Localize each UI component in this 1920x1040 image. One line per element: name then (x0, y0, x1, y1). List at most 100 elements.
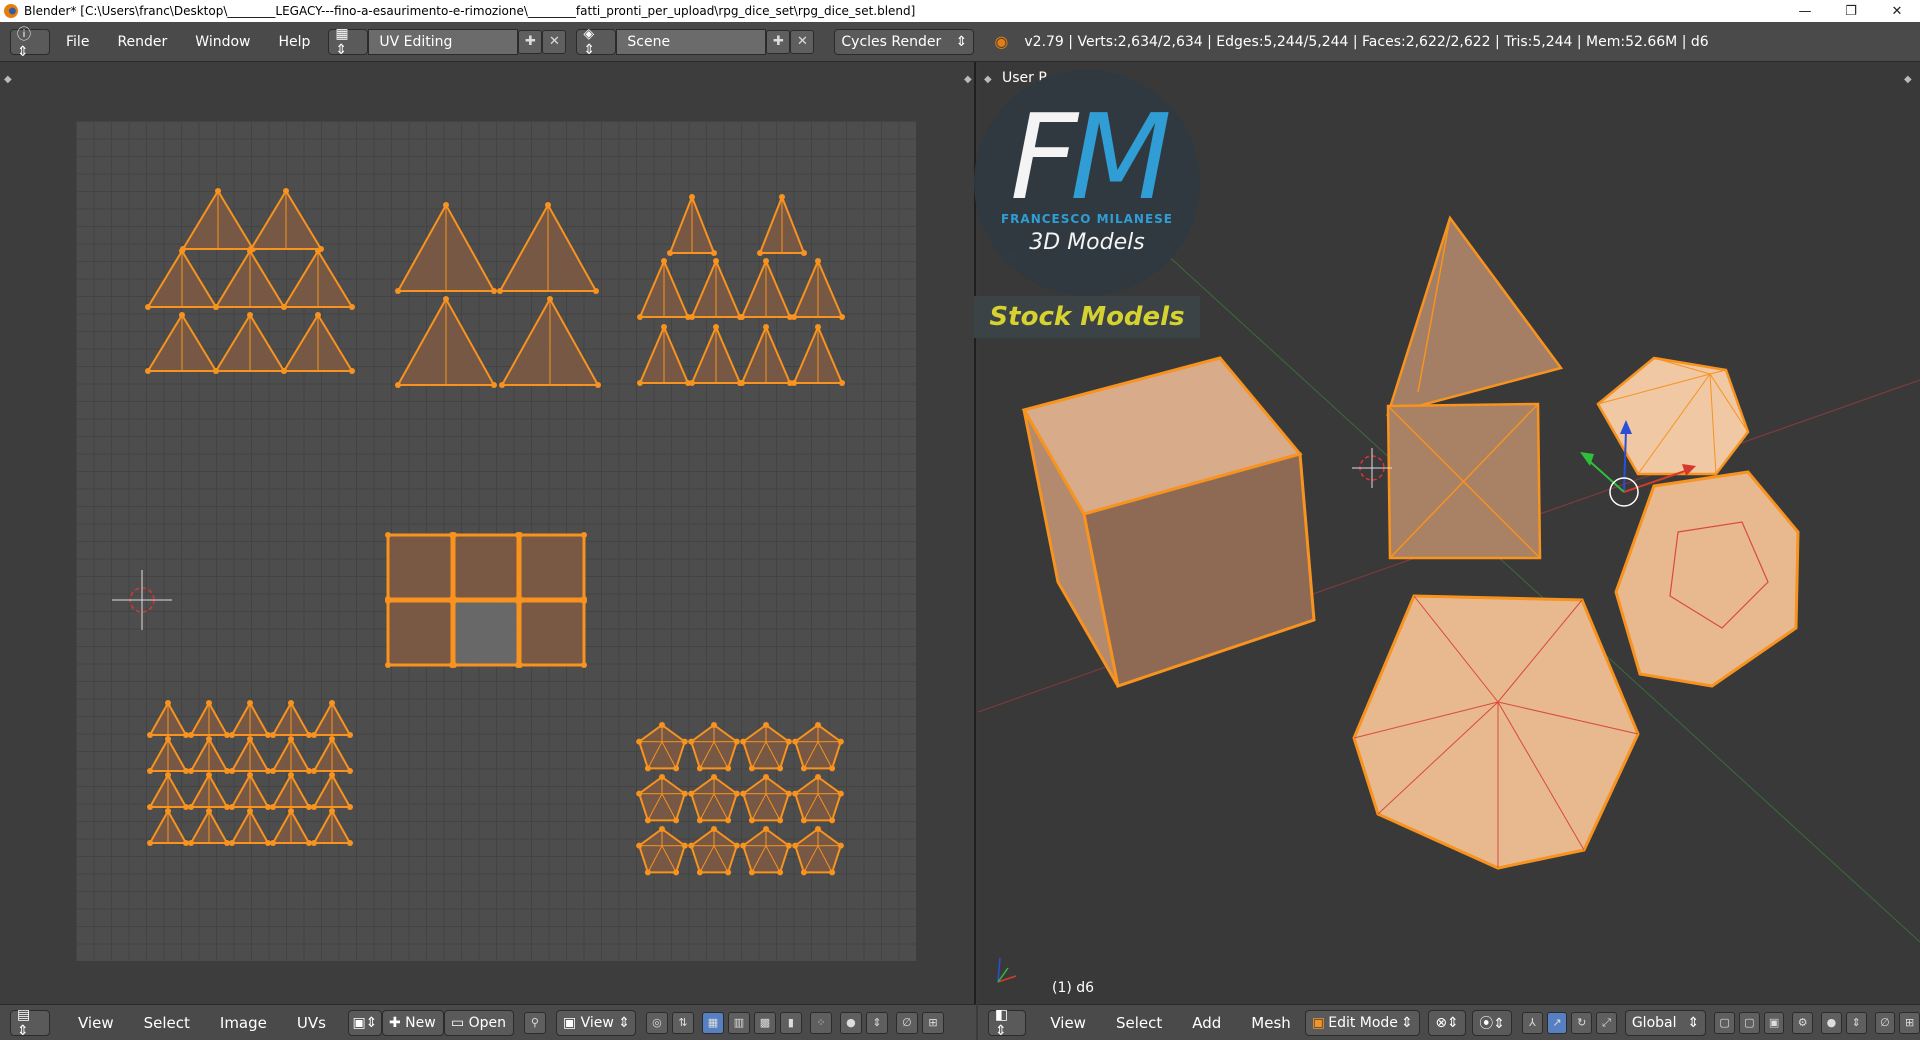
pivot-point-select[interactable]: ⦿⇕ (1472, 1009, 1512, 1036)
magnet-icon[interactable]: ∅ (1874, 1011, 1896, 1034)
add-screen-icon[interactable]: ✚ (518, 29, 543, 54)
remove-scene-icon[interactable]: ✕ (790, 29, 815, 54)
uv-island-d20-vertex (247, 248, 253, 254)
vp-menu-add[interactable]: Add (1184, 1010, 1229, 1036)
uv-histogram-icon[interactable]: ⊞ (921, 1011, 944, 1034)
scene-stats: v2.79 | Verts:2,634/2,634 | Edges:5,244/… (1024, 33, 1709, 50)
minimize-button[interactable]: — (1782, 0, 1828, 22)
editor-type-info-button[interactable]: ⓘ ⇕ (10, 27, 50, 60)
maximize-button[interactable]: ❐ (1828, 0, 1874, 22)
uv-island-d12-vertex (644, 869, 651, 876)
menu-window[interactable]: Window (187, 29, 258, 55)
new-image-button[interactable]: ✚ New (381, 1009, 444, 1036)
layer-2-icon[interactable]: ▢ (1738, 1011, 1760, 1034)
menu-render[interactable]: Render (109, 29, 175, 55)
uv-island-d6-vertex (385, 662, 391, 668)
remove-screen-icon[interactable]: ✕ (542, 29, 567, 54)
vp-menu-view[interactable]: View (1042, 1010, 1094, 1036)
pin-icon[interactable]: ⚲ (523, 1011, 546, 1034)
translate-manipulator-icon[interactable]: ↗ (1546, 1011, 1568, 1034)
uv-island-d8-vertex (147, 768, 153, 774)
edge-select-icon[interactable]: ▥ (727, 1011, 750, 1034)
2d-cursor[interactable] (112, 570, 172, 630)
uv-grid[interactable] (76, 121, 916, 961)
uv-island-d8-vertex (165, 700, 171, 706)
transform-orientation-select[interactable]: Global ⇕ (1624, 1009, 1707, 1036)
scale-manipulator-icon[interactable]: ⤢ (1596, 1011, 1617, 1034)
pivot-icon[interactable]: ◎ (645, 1011, 668, 1034)
snap-element-icon[interactable]: ⚙ (1792, 1011, 1814, 1034)
uv-island-d12-vertex (644, 765, 651, 772)
vertex-select-icon[interactable]: ▦ (701, 1011, 724, 1034)
uv-snap-target-icon[interactable]: ∅ (895, 1011, 918, 1034)
snap-3d-icon[interactable]: ⇕ (1845, 1011, 1867, 1034)
screen-layout-field[interactable]: UV Editing (368, 28, 519, 55)
uv-island-d12-vertex (837, 790, 844, 797)
uv-islands (145, 188, 845, 876)
uv-image-editor[interactable]: ◆ ◆ (0, 62, 976, 1004)
manipulator-toggle-icon[interactable]: ⅄ (1521, 1011, 1543, 1034)
layer-1-icon[interactable]: ▢ (1714, 1011, 1735, 1034)
sticky-mode-icon[interactable]: ⁘ (809, 1011, 832, 1034)
brand-name: FRANCESCO MILANESE (1000, 212, 1174, 226)
vp-menu-select[interactable]: Select (1108, 1010, 1170, 1036)
chevron-updown-icon-mode: ⇕ (1401, 1014, 1413, 1031)
rotate-manipulator-icon[interactable]: ↻ (1571, 1011, 1593, 1034)
uv-island-d8-vertex (311, 732, 317, 738)
uv-island-d8-vertex (165, 736, 171, 742)
face-select-icon[interactable]: ▩ (753, 1011, 776, 1034)
uv-island-d8-vertex (247, 772, 253, 778)
area-split-icon[interactable]: ◆ (4, 74, 12, 85)
viewport-shading-select[interactable]: ⊗⇕ (1427, 1009, 1467, 1036)
proportional-edit-3d-icon[interactable]: ● (1821, 1011, 1842, 1034)
stock-models-banner: Stock Models (974, 296, 1200, 338)
uv-island-d6-vertex (517, 662, 523, 668)
uv-menu-view[interactable]: View (70, 1010, 122, 1036)
uv-island-d10-vertex (689, 194, 695, 200)
uv-island-d6-vertex (451, 532, 457, 538)
proportional-edit-icon[interactable]: ● (839, 1011, 862, 1034)
uv-island-d8-vertex (270, 732, 276, 738)
vp-menu-mesh[interactable]: Mesh (1243, 1010, 1299, 1036)
snap-target-icon[interactable]: ⊞ (1899, 1011, 1920, 1034)
view-mode-select[interactable]: ▣ View ⇕ (555, 1009, 636, 1036)
uv-island-d8-vertex (270, 768, 276, 774)
area-split-icon-right[interactable]: ◆ (964, 74, 972, 85)
editor-type-uv-button[interactable]: ▤ ⇕ (10, 1007, 50, 1039)
uv-island-d8-vertex (247, 808, 253, 814)
uv-menu-uvs[interactable]: UVs (289, 1010, 334, 1036)
uv-island-d12-vertex (725, 765, 732, 772)
interaction-mode-label: Edit Mode (1328, 1014, 1398, 1031)
image-browse-icon[interactable]: ▣⇕ (347, 1009, 382, 1036)
uv-menu-select[interactable]: Select (136, 1010, 198, 1036)
uv-island-d12-vertex (733, 842, 740, 849)
uv-island-d20-vertex (247, 312, 253, 318)
editor-type-3d-button[interactable]: ◧ ⇕ (988, 1007, 1027, 1039)
interaction-mode-select[interactable]: ▣ Edit Mode ⇕ (1304, 1009, 1420, 1036)
scene-icon[interactable]: ◈ ⇕ (576, 26, 617, 58)
sync-selection-icon[interactable]: ⇅ (671, 1011, 694, 1034)
uv-island-d12-vertex (748, 817, 755, 824)
uv-island-d12-vertex (681, 842, 688, 849)
island-select-icon[interactable]: ▮ (779, 1011, 802, 1034)
uv-island-d12-vertex (688, 738, 695, 745)
screen-layout-icon[interactable]: ▦ ⇕ (328, 26, 369, 58)
snap-icon[interactable]: ⇕ (865, 1011, 888, 1034)
uv-island-d4-vertex (491, 288, 497, 294)
uv-island-d10-vertex (763, 324, 769, 330)
uv-island-d8-vertex (147, 732, 153, 738)
menu-help[interactable]: Help (270, 29, 318, 55)
scene-field[interactable]: Scene (616, 28, 767, 55)
uv-editor-header: ▤ ⇕ View Select Image UVs ▣⇕ ✚ New ▭ Ope… (0, 1004, 976, 1040)
menu-file[interactable]: File (58, 29, 97, 55)
close-button[interactable]: ✕ (1874, 0, 1920, 22)
render-engine-select[interactable]: Cycles Render ⇕ (834, 28, 975, 55)
uv-island-d12-vertex (837, 842, 844, 849)
uv-island-d12-vertex (696, 817, 703, 824)
uv-island-d10-vertex (815, 324, 821, 330)
layer-3-icon[interactable]: ▣ (1763, 1011, 1785, 1034)
open-image-button[interactable]: ▭ Open (443, 1009, 514, 1036)
uv-island-d8-vertex (311, 768, 317, 774)
uv-menu-image[interactable]: Image (212, 1010, 275, 1036)
add-scene-icon[interactable]: ✚ (766, 29, 791, 54)
